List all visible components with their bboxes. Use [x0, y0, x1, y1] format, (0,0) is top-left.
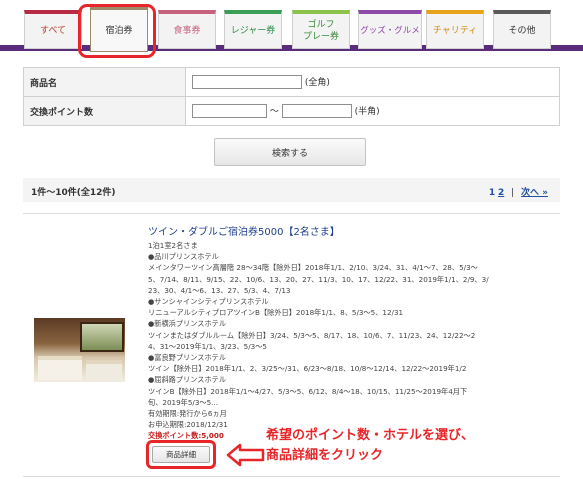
product-name-input[interactable]	[192, 75, 302, 90]
product-name-cell: (全角)	[185, 67, 560, 97]
tab-golf[interactable]: ゴルフ プレー券	[292, 10, 350, 49]
search-row-points: 交換ポイント数 〜 (半角)	[23, 96, 560, 126]
tab-accommodation-label: 宿泊券	[105, 25, 133, 36]
tab-other[interactable]: その他	[493, 10, 551, 49]
item-line: 5、7/14、8/11、9/15、22、10/6、13、20、27、11/3、1…	[148, 274, 489, 284]
item-line: 23、30、4/1〜6、13、27、5/3、4、7/13	[148, 285, 291, 295]
item-line: ●新横浜プリンスホテル	[148, 319, 227, 329]
image-window	[80, 322, 124, 352]
pager-separator: |	[511, 188, 515, 198]
product-name-hint: (全角)	[304, 77, 330, 88]
search-row-name: 商品名 (全角)	[23, 67, 560, 97]
item-line: ●サンシャインシティプリンスホテル	[148, 297, 269, 307]
tab-golf-label-1: ゴルフ	[307, 20, 335, 30]
item-divider	[23, 213, 560, 214]
points-max-input[interactable]	[281, 104, 352, 119]
points-min-input[interactable]	[192, 104, 267, 119]
item-details: ツイン・ダブルご宿泊券5000【2名さま】 1泊1室2名さま ●品川プリンスホテ…	[148, 226, 558, 442]
item-line: ●品川プリンスホテル	[148, 252, 219, 262]
points-cell: 〜 (半角)	[185, 96, 560, 126]
tab-accommodation[interactable]: 宿泊券	[90, 6, 148, 52]
item-bottom-divider	[23, 476, 560, 477]
tab-charity-label: チャリティ	[432, 26, 478, 36]
tab-leisure-label: レジャー券	[230, 26, 276, 36]
page-current: 1	[488, 188, 496, 198]
tab-goods-gourmet[interactable]: グッズ・グルメ	[358, 10, 422, 49]
search-form: 商品名 (全角) 交換ポイント数 〜 (半角)	[23, 67, 560, 126]
category-tabs: すべて 宿泊券 食事券 レジャー券 ゴルフ プレー券 グッズ・グルメ チャリティ…	[0, 0, 583, 56]
image-bed-left	[38, 356, 82, 380]
item-line: ●富良野プリンスホテル	[148, 353, 227, 363]
item-line: ツインまたはダブルルーム【除外日】3/24、5/3〜5、8/17、18、10/6…	[148, 330, 476, 340]
tab-dining-label: 食事券	[173, 26, 201, 36]
left-arrow-icon	[226, 443, 265, 467]
points-range-separator: 〜	[269, 106, 279, 117]
instruction-callout: 希望のポイント数・ホテルを選び、 商品詳細をクリック	[266, 426, 474, 466]
item-title[interactable]: ツイン・ダブルご宿泊券5000【2名さま】	[148, 226, 558, 239]
item-line: 有効期限:発行から6ヵ月	[148, 409, 227, 419]
item-line: ●屈斜路プリンスホテル	[148, 375, 227, 385]
instruction-line-1: 希望のポイント数・ホテルを選び、	[266, 428, 475, 443]
points-label: 交換ポイント数	[23, 96, 186, 126]
product-name-label: 商品名	[23, 67, 186, 97]
tab-goods-gourmet-label: グッズ・グルメ	[360, 26, 420, 36]
item-line: リニューアルシティプロアツインB【除外日】2018年1/1、8、5/3〜5、12…	[148, 308, 404, 318]
item-line: ツインB【除外日】2018年1/1〜4/27、5/3〜5、6/12、8/4〜18…	[148, 386, 468, 396]
product-detail-button[interactable]: 商品詳細	[152, 446, 210, 463]
tab-all-label: すべて	[39, 26, 66, 36]
search-button[interactable]: 検索する	[214, 138, 366, 166]
page-2-link[interactable]: 2	[498, 188, 504, 198]
result-count: 1件〜10件(全12件)	[31, 188, 116, 198]
tab-golf-label-2: プレー券	[302, 32, 339, 42]
result-header: 1件〜10件(全12件) 1 2 | 次へ »	[23, 178, 560, 202]
item-line: 1泊1室2名さま	[148, 241, 198, 250]
tab-dining[interactable]: 食事券	[158, 10, 216, 49]
pagination: 1 2 | 次へ »	[489, 185, 548, 198]
tab-leisure[interactable]: レジャー券	[224, 10, 282, 49]
tab-all[interactable]: すべて	[24, 10, 82, 49]
item-line: ツイン【除外日】2018年1/1、2、3/25〜/31、6/23〜8/18、10…	[148, 364, 467, 374]
item-line: 旬、2019年5/3〜5...	[148, 397, 219, 407]
tab-other-label: その他	[508, 26, 536, 36]
points-hint: (半角)	[354, 106, 380, 117]
next-page-link[interactable]: 次へ »	[521, 188, 548, 198]
hotel-room-image[interactable]	[34, 318, 125, 382]
tab-charity[interactable]: チャリティ	[426, 10, 484, 49]
item-line: 4、31〜2019年1/1、3/23、5/3〜5	[148, 341, 267, 351]
image-bed-right	[86, 360, 122, 382]
item-line: メインタワーツイン高層階 28〜34階【除外日】2018年1/1、2/10、3/…	[148, 263, 478, 273]
instruction-line-2: 商品詳細をクリック	[266, 448, 384, 463]
